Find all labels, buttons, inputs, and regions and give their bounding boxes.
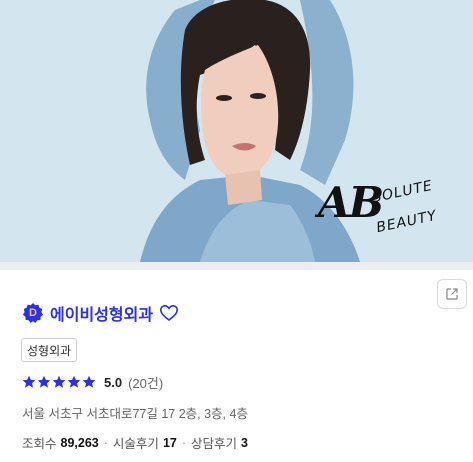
rating-row: 5.0 (20건) [22, 373, 163, 391]
verified-badge-icon: D [22, 302, 44, 324]
procedure-reviews-value: 17 [162, 435, 177, 450]
favorite-button[interactable] [159, 303, 179, 323]
clinic-address: 서울 서초구 서초대로77길 17 2층, 3층, 4층 [22, 407, 248, 421]
heart-outline-icon [160, 304, 179, 322]
stats-separator: · [181, 435, 187, 450]
consult-reviews-value: 3 [241, 435, 248, 450]
views-label: 조회수 [22, 437, 57, 451]
views-value: 89,263 [60, 435, 99, 450]
rating-count[interactable]: (20건) [128, 373, 163, 392]
share-icon [446, 288, 458, 300]
brand-logo-ab: AB [318, 178, 384, 227]
section-divider [0, 262, 473, 270]
star-icon [22, 375, 36, 389]
procedure-reviews-label[interactable]: 시술후기 [113, 433, 159, 452]
rating-score: 5.0 [104, 374, 123, 390]
category-chip[interactable]: 성형외과 [21, 338, 78, 362]
rating-stars [22, 375, 96, 389]
star-icon [37, 375, 51, 389]
clinic-stats: 조회수 89,263 · 시술후기 17 · 상담후기 3 [22, 433, 248, 452]
badge-letter: D [29, 307, 37, 319]
star-icon [52, 375, 66, 389]
share-button[interactable] [437, 279, 467, 309]
star-icon [82, 375, 96, 389]
clinic-title-row: D 에이비성형외과 [22, 300, 179, 326]
hero-banner: AB SOLUTE BEAUTY [0, 0, 473, 262]
star-icon [67, 375, 81, 389]
clinic-name[interactable]: 에이비성형외과 [50, 301, 153, 325]
consult-reviews-label[interactable]: 상담후기 [191, 433, 237, 452]
stats-separator: · [103, 435, 108, 450]
